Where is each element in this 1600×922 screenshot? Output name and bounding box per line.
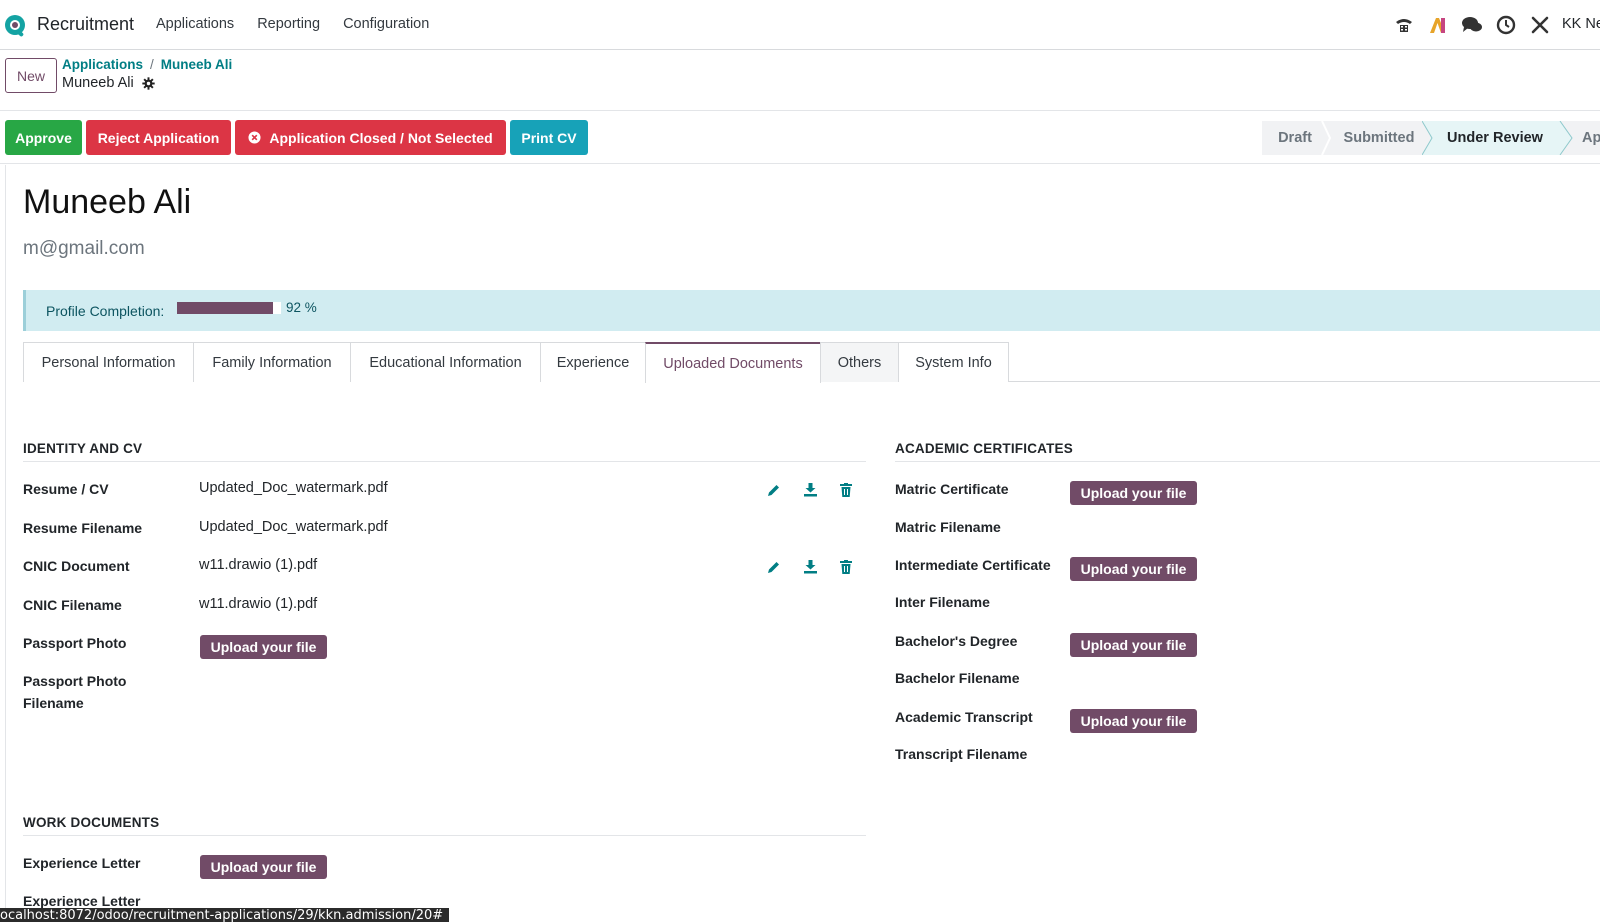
passport-photo-label: Passport Photo	[23, 635, 127, 651]
tools-icon[interactable]	[1528, 13, 1552, 37]
passport-filename-label-line1: Passport Photo	[23, 673, 127, 689]
stage-under-review[interactable]: Under Review	[1430, 121, 1560, 155]
section-divider	[895, 461, 1600, 462]
tab-uploaded-documents[interactable]: Uploaded Documents	[645, 342, 821, 383]
stage-arrow-icon	[1558, 121, 1573, 155]
record-title-row: Muneeb Ali	[62, 75, 155, 91]
menu-applications[interactable]: Applications	[156, 16, 234, 32]
control-panel: New Applications / Muneeb Ali Muneeb Ali	[0, 51, 1600, 111]
form-sheet: Muneeb Ali m@gmail.com Profile Completio…	[5, 165, 1600, 922]
experience-letter-upload-button[interactable]: Upload your file	[200, 855, 327, 879]
phone-icon[interactable]	[1392, 13, 1416, 37]
cnic-filename-label: CNIC Filename	[23, 597, 122, 613]
stage-submitted[interactable]: Submitted	[1328, 121, 1430, 155]
tab-others[interactable]: Others	[820, 342, 899, 382]
transcript-filename-label: Transcript Filename	[895, 746, 1028, 762]
cnic-document-value[interactable]: w11.drawio (1).pdf	[199, 557, 317, 573]
matric-upload-button[interactable]: Upload your file	[1070, 481, 1197, 505]
breadcrumb-separator: /	[150, 57, 154, 72]
approve-button[interactable]: Approve	[5, 120, 82, 155]
breadcrumb-record[interactable]: Muneeb Ali	[161, 57, 233, 72]
notebook-tabs: Personal Information Family Information …	[23, 342, 1600, 383]
resume-label: Resume / CV	[23, 481, 109, 497]
edit-icon[interactable]	[765, 481, 783, 499]
print-cv-button[interactable]: Print CV	[510, 120, 588, 155]
bachelor-filename-label: Bachelor Filename	[895, 670, 1020, 686]
profile-completion-bar	[177, 302, 281, 314]
profile-completion-label: Profile Completion:	[46, 303, 165, 319]
breadcrumb-applications[interactable]: Applications	[62, 57, 143, 72]
gear-icon[interactable]	[142, 76, 155, 90]
profile-completion-percent: 92 %	[286, 300, 317, 315]
section-divider	[23, 835, 866, 836]
intermediate-certificate-label: Intermediate Certificate	[895, 557, 1051, 573]
stage-arrow-icon	[1320, 121, 1334, 155]
stage-draft[interactable]: Draft	[1262, 121, 1328, 155]
passport-filename-label-line2: Filename	[23, 695, 84, 711]
bachelors-degree-label: Bachelor's Degree	[895, 633, 1018, 649]
application-closed-label: Application Closed / Not Selected	[269, 129, 493, 146]
intermediate-upload-button[interactable]: Upload your file	[1070, 557, 1197, 581]
section-divider	[23, 461, 866, 462]
tab-system-info[interactable]: System Info	[898, 342, 1009, 382]
inter-filename-label: Inter Filename	[895, 594, 990, 610]
ai-icon[interactable]	[1426, 13, 1450, 37]
passport-photo-upload-button[interactable]: Upload your file	[200, 635, 327, 659]
cnic-document-label: CNIC Document	[23, 558, 130, 574]
section-identity-title: IDENTITY AND CV	[23, 441, 143, 456]
menu-configuration[interactable]: Configuration	[343, 16, 429, 32]
candidate-email[interactable]: m@gmail.com	[23, 238, 145, 260]
trash-icon[interactable]	[837, 558, 855, 576]
section-academic-title: ACADEMIC CERTIFICATES	[895, 441, 1073, 456]
resume-value[interactable]: Updated_Doc_watermark.pdf	[199, 480, 388, 496]
clock-icon[interactable]	[1494, 13, 1518, 37]
stage-arrow-icon	[1422, 121, 1438, 155]
download-icon[interactable]	[801, 557, 819, 575]
trash-icon[interactable]	[837, 481, 855, 499]
top-navbar: Recruitment Applications Reporting Confi…	[0, 0, 1600, 50]
bachelors-upload-button[interactable]: Upload your file	[1070, 633, 1197, 657]
user-menu[interactable]: KK Ne	[1562, 16, 1600, 32]
edit-icon[interactable]	[765, 558, 783, 576]
tab-educational-information[interactable]: Educational Information	[350, 342, 541, 382]
close-circle-icon	[248, 131, 261, 144]
application-closed-button[interactable]: Application Closed / Not Selected	[235, 120, 506, 155]
profile-completion-fill	[177, 302, 273, 314]
section-work-title: WORK DOCUMENTS	[23, 815, 160, 830]
chat-icon[interactable]	[1460, 13, 1484, 37]
main-menu: Applications Reporting Configuration	[156, 16, 452, 32]
transcript-upload-button[interactable]: Upload your file	[1070, 709, 1197, 733]
candidate-name[interactable]: Muneeb Ali	[23, 183, 191, 222]
matric-filename-label: Matric Filename	[895, 519, 1001, 535]
new-button[interactable]: New	[5, 58, 57, 93]
tab-experience[interactable]: Experience	[540, 342, 646, 382]
menu-reporting[interactable]: Reporting	[257, 16, 320, 32]
cnic-filename-value[interactable]: w11.drawio (1).pdf	[199, 596, 317, 612]
resume-filename-value[interactable]: Updated_Doc_watermark.pdf	[199, 519, 388, 535]
tab-personal-information[interactable]: Personal Information	[23, 342, 194, 382]
academic-transcript-label: Academic Transcript	[895, 709, 1033, 725]
browser-status-url: ocalhost:8072/odoo/recruitment-applicati…	[0, 908, 450, 922]
systray	[1392, 13, 1562, 37]
matric-certificate-label: Matric Certificate	[895, 481, 1009, 497]
recruitment-app-icon[interactable]	[3, 13, 27, 37]
experience-letter-label: Experience Letter	[23, 855, 141, 871]
resume-filename-label: Resume Filename	[23, 520, 143, 536]
breadcrumb: Applications / Muneeb Ali	[62, 57, 232, 72]
download-icon[interactable]	[801, 480, 819, 498]
status-bar: Approve Reject Application Application C…	[0, 112, 1600, 164]
reject-application-button[interactable]: Reject Application	[86, 120, 231, 155]
record-name: Muneeb Ali	[62, 75, 134, 91]
tab-family-information[interactable]: Family Information	[193, 342, 351, 382]
app-brand[interactable]: Recruitment	[37, 14, 134, 35]
profile-completion-alert: Profile Completion: 92 %	[23, 290, 1600, 331]
